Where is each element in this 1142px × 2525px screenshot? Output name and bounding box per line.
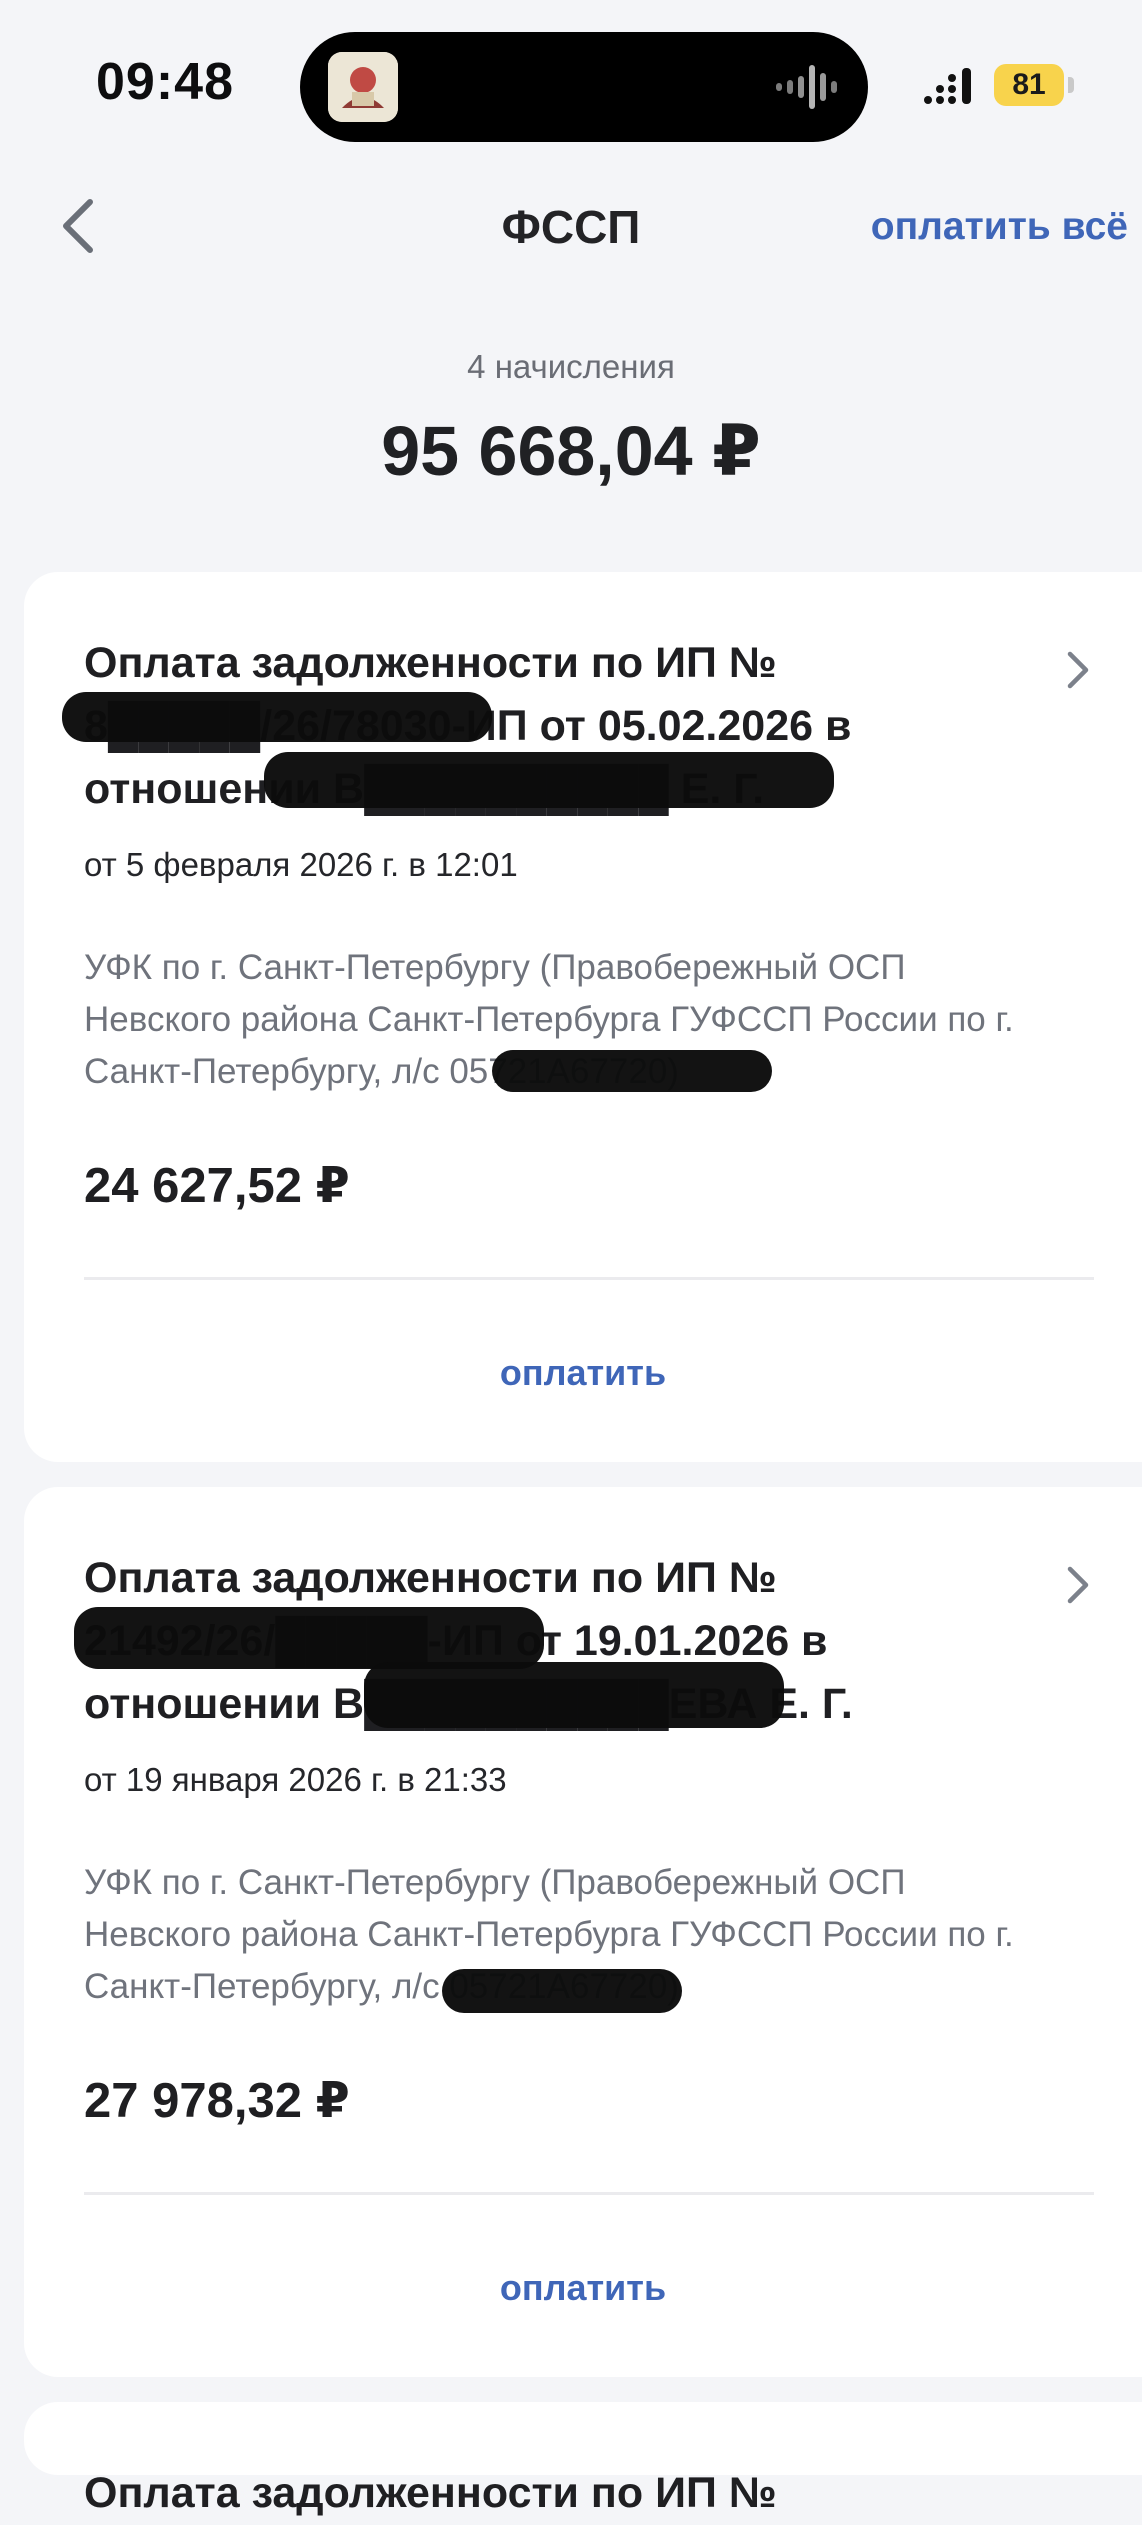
recipient-line: Невского района Санкт-Петербурга ГУФССП … (84, 1915, 1014, 1954)
redaction-mark (364, 1662, 784, 1728)
status-bar: 09:48 81 (0, 0, 1142, 150)
dynamic-island[interactable] (300, 32, 868, 142)
redaction-mark (492, 1050, 772, 1092)
redaction-mark (264, 752, 834, 808)
chevron-right-icon[interactable] (1062, 648, 1092, 692)
pay-button[interactable]: оплатить (24, 2267, 1142, 2309)
status-time: 09:48 (96, 53, 234, 111)
charge-card[interactable]: Оплата задолженности по ИП № 8█████/26/7… (24, 572, 1142, 1462)
charge-card[interactable]: Оплата задолженности по ИП № (24, 2402, 1142, 2517)
charge-title-line: Оплата задолженности по ИП № (84, 639, 777, 687)
battery-cap (1068, 77, 1074, 93)
charge-title[interactable]: Оплата задолженности по ИП № (84, 2462, 1034, 2525)
pay-all-button[interactable]: оплатить всё (871, 205, 1128, 249)
nav-bar: ФССП оплатить всё (0, 150, 1142, 300)
charge-amount: 27 978,32 ₽ (84, 2074, 350, 2128)
charges-count: 4 начисления (467, 348, 675, 385)
audio-wave-icon (776, 65, 837, 109)
recipient-line: УФК по г. Санкт-Петербургу (Правобережны… (84, 948, 906, 987)
charges-total: 95 668,04 ₽ (381, 412, 761, 490)
pay-button[interactable]: оплатить (24, 1352, 1142, 1394)
recipient-line: УФК по г. Санкт-Петербургу (Правобережны… (84, 1863, 906, 1902)
charge-title-line: Оплата задолженности по ИП № (84, 1554, 777, 1602)
battery-indicator: 81 (994, 64, 1064, 106)
charge-amount: 24 627,52 ₽ (84, 1159, 350, 1213)
now-playing-artwork[interactable] (328, 52, 398, 122)
redaction-mark (442, 1969, 682, 2013)
card-divider (84, 1277, 1094, 1280)
cellular-signal-icon (924, 68, 971, 104)
chevron-right-icon[interactable] (1062, 1563, 1092, 1607)
charge-card[interactable]: Оплата задолженности по ИП № 21492/26/██… (24, 1487, 1142, 2377)
redaction-mark (62, 692, 492, 742)
charge-date: от 5 февраля 2026 г. в 12:01 (84, 846, 518, 883)
recipient-line: Невского района Санкт-Петербурга ГУФССП … (84, 1000, 1014, 1039)
redaction-mark (74, 1607, 544, 1669)
card-divider (84, 2192, 1094, 2195)
charge-date: от 19 января 2026 г. в 21:33 (84, 1761, 507, 1798)
charge-title-line: Оплата задолженности по ИП № (84, 2469, 777, 2517)
